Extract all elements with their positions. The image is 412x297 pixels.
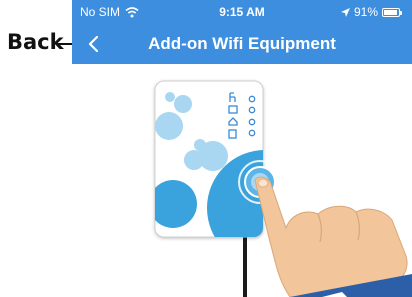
status-bar: No SIM 9:15 AM 91% [72,0,412,24]
device-illustration [154,80,412,297]
page-title: Add-on Wifi Equipment [148,34,336,53]
device-cable [243,234,247,297]
annotation-area: Back [0,0,86,90]
hand-pointing-icon [254,176,412,297]
phone-screen: No SIM 9:15 AM 91% Add-on Wifi Equipment [72,0,412,297]
annotation-label: Back [7,30,64,54]
location-arrow-icon [340,7,350,17]
battery-percent: 91% [353,5,378,19]
battery-icon [382,7,402,17]
status-right: 91% [340,5,402,19]
nav-bar: Add-on Wifi Equipment [72,26,412,62]
header: No SIM 9:15 AM 91% Add-on Wifi Equipment [72,0,412,64]
content-area [72,64,412,297]
